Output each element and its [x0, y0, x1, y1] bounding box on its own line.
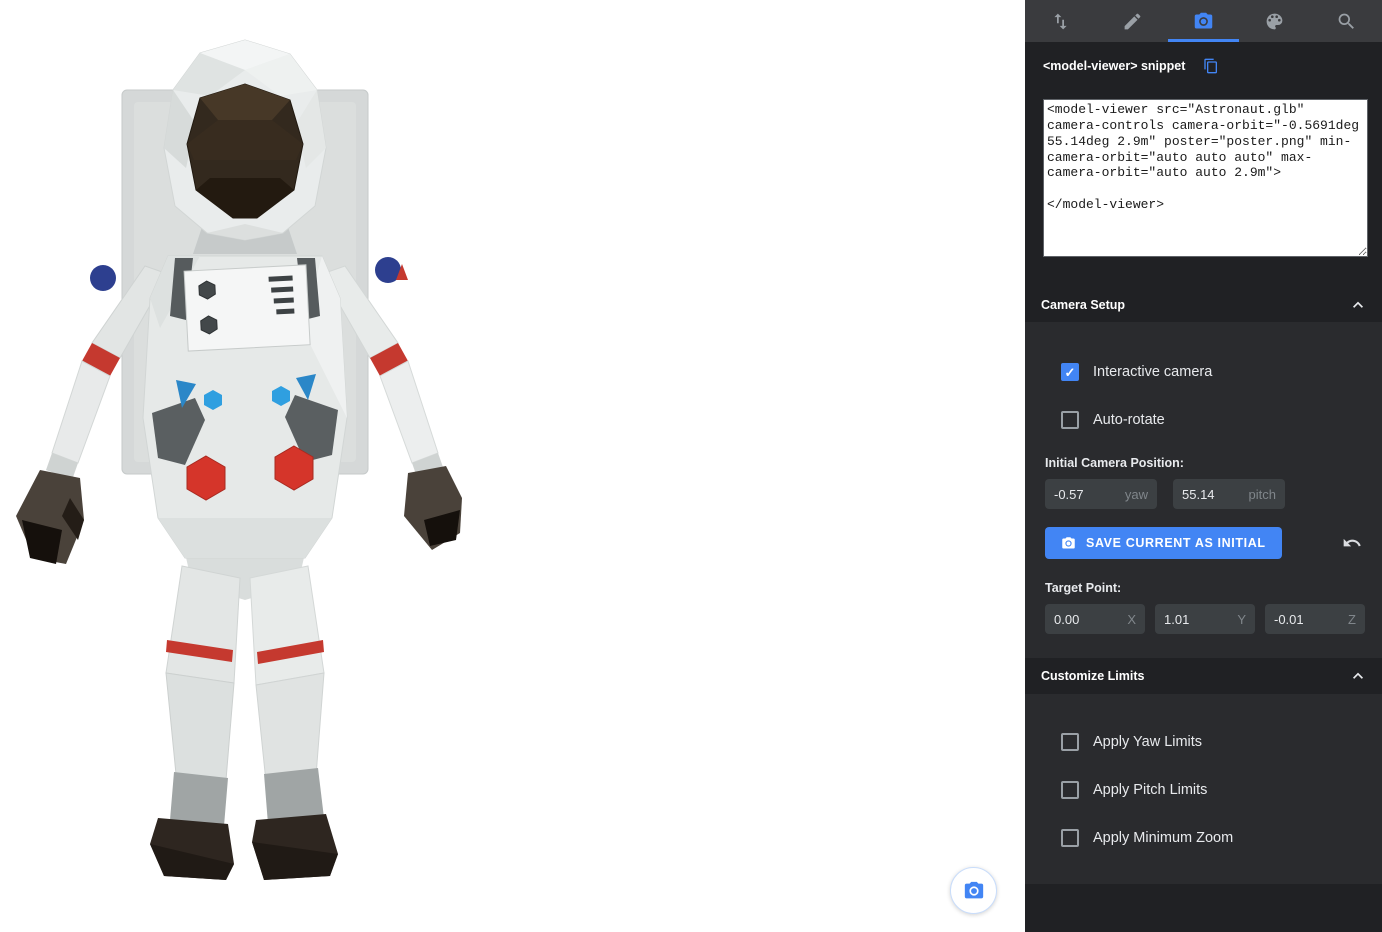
pencil-icon [1122, 11, 1143, 32]
apply-pitch-limits-label[interactable]: Apply Pitch Limits [1093, 782, 1207, 798]
collapse-camera-setup-button[interactable] [1348, 295, 1368, 315]
apply-yaw-limits-row[interactable]: Apply Yaw Limits [1025, 718, 1382, 766]
camera-setup-header[interactable]: Camera Setup [1025, 288, 1382, 322]
target-x-suffix: X [1127, 612, 1136, 627]
initial-camera-position-label: Initial Camera Position: [1045, 456, 1382, 471]
copy-snippet-button[interactable] [1203, 58, 1219, 74]
yaw-value: -0.57 [1054, 487, 1084, 502]
undo-button[interactable] [1342, 533, 1362, 553]
tab-file[interactable] [1025, 0, 1096, 42]
target-y-input[interactable]: 1.01 Y [1155, 604, 1255, 634]
panel-tabbar [1025, 0, 1382, 42]
chevron-up-icon [1348, 666, 1368, 686]
pitch-input[interactable]: 55.14 pitch [1173, 479, 1285, 509]
palette-icon [1264, 11, 1285, 32]
snippet-textarea[interactable]: <model-viewer src="Astronaut.glb" camera… [1043, 99, 1368, 257]
apply-minimum-zoom-row[interactable]: Apply Minimum Zoom [1025, 814, 1382, 862]
apply-minimum-zoom-label[interactable]: Apply Minimum Zoom [1093, 830, 1233, 846]
target-point-label: Target Point: [1045, 581, 1382, 596]
apply-pitch-limits-checkbox[interactable] [1061, 781, 1079, 799]
customize-limits-header[interactable]: Customize Limits [1025, 658, 1382, 694]
camera-icon [1061, 536, 1076, 551]
customize-limits-title: Customize Limits [1041, 669, 1145, 683]
camera-fab[interactable] [950, 867, 997, 914]
target-x-value: 0.00 [1054, 612, 1079, 627]
customize-limits-content: Apply Yaw Limits Apply Pitch Limits Appl… [1025, 694, 1382, 884]
chevron-up-icon [1348, 295, 1368, 315]
camera-icon [1193, 11, 1214, 32]
camera-setup-content: Interactive camera Auto-rotate Initial C… [1025, 322, 1382, 658]
yaw-suffix: yaw [1125, 487, 1148, 502]
camera-icon [963, 880, 985, 902]
legs [150, 553, 338, 880]
interactive-camera-label[interactable]: Interactive camera [1093, 364, 1212, 380]
apply-yaw-limits-checkbox[interactable] [1061, 733, 1079, 751]
tab-inspector[interactable] [1311, 0, 1382, 42]
target-y-value: 1.01 [1164, 612, 1189, 627]
tab-materials[interactable] [1239, 0, 1310, 42]
astronaut-model [0, 28, 480, 888]
collapse-customize-limits-button[interactable] [1348, 666, 1368, 686]
target-x-input[interactable]: 0.00 X [1045, 604, 1145, 634]
target-y-suffix: Y [1237, 612, 1246, 627]
snippet-title: <model-viewer> snippet [1043, 59, 1185, 73]
tab-edit[interactable] [1096, 0, 1167, 42]
model-viewport[interactable] [0, 0, 1025, 932]
snippet-section: <model-viewer> snippet <model-viewer src… [1025, 42, 1382, 288]
interactive-camera-checkbox[interactable] [1061, 363, 1079, 381]
apply-yaw-limits-label[interactable]: Apply Yaw Limits [1093, 734, 1202, 750]
auto-rotate-row[interactable]: Auto-rotate [1025, 396, 1382, 444]
pitch-value: 55.14 [1182, 487, 1215, 502]
yaw-input[interactable]: -0.57 yaw [1045, 479, 1157, 509]
chest-panel [184, 265, 310, 351]
target-z-suffix: Z [1348, 612, 1356, 627]
save-current-as-initial-button[interactable]: SAVE CURRENT AS INITIAL [1045, 527, 1282, 559]
search-icon [1336, 11, 1357, 32]
save-button-label: SAVE CURRENT AS INITIAL [1086, 536, 1266, 550]
editor-panel: <model-viewer> snippet <model-viewer src… [1025, 0, 1382, 932]
pitch-suffix: pitch [1249, 487, 1276, 502]
import-export-icon [1050, 11, 1071, 32]
copy-icon [1203, 58, 1219, 74]
auto-rotate-label[interactable]: Auto-rotate [1093, 412, 1165, 428]
interactive-camera-row[interactable]: Interactive camera [1025, 348, 1382, 396]
undo-icon [1342, 533, 1362, 553]
apply-pitch-limits-row[interactable]: Apply Pitch Limits [1025, 766, 1382, 814]
auto-rotate-checkbox[interactable] [1061, 411, 1079, 429]
target-z-value: -0.01 [1274, 612, 1304, 627]
apply-minimum-zoom-checkbox[interactable] [1061, 829, 1079, 847]
target-z-input[interactable]: -0.01 Z [1265, 604, 1365, 634]
camera-setup-title: Camera Setup [1041, 298, 1125, 312]
tab-camera[interactable] [1168, 0, 1239, 42]
